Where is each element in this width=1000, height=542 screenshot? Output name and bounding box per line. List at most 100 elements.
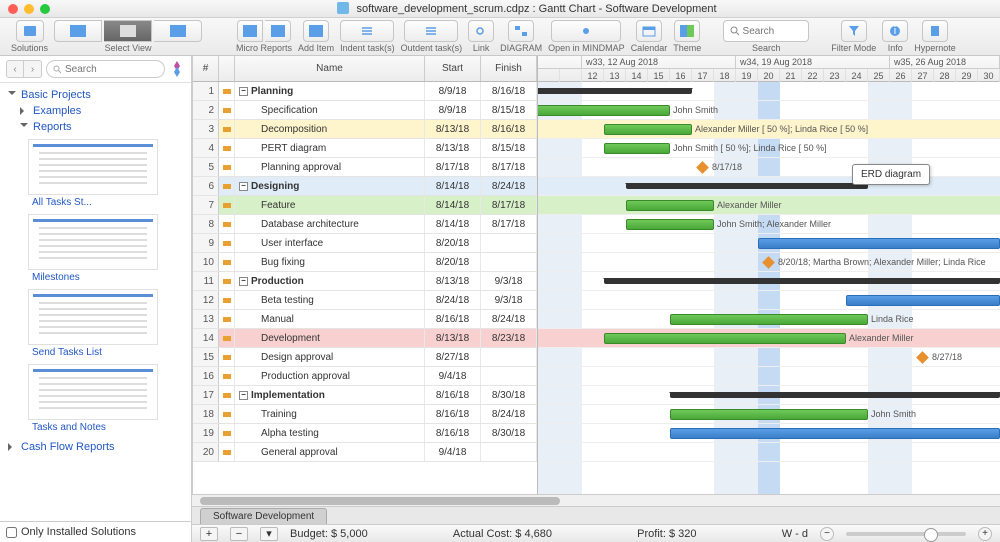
gantt-bar[interactable]	[758, 238, 1000, 249]
gantt-row[interactable]: Linda Rice	[538, 310, 1000, 329]
thumbnail-label[interactable]: Tasks and Notes	[32, 422, 191, 433]
tree-item[interactable]: Examples	[0, 103, 191, 119]
table-row[interactable]: 9User interface8/20/18	[193, 234, 537, 253]
table-row[interactable]: 6−Designing8/14/188/24/18	[193, 177, 537, 196]
diagram-button[interactable]	[508, 20, 534, 42]
gantt-row[interactable]: John Smith [ 50 %]; Linda Rice [ 50 %]	[538, 139, 1000, 158]
table-row[interactable]: 4PERT diagram8/13/188/15/18	[193, 139, 537, 158]
gantt-row[interactable]: Martha Brown	[538, 234, 1000, 253]
gantt-row[interactable]: John Smith	[538, 101, 1000, 120]
milestone[interactable]	[696, 161, 709, 174]
gantt-bar[interactable]	[626, 183, 868, 189]
mindmap-button[interactable]	[551, 20, 621, 42]
gantt-row[interactable]	[538, 443, 1000, 462]
table-row[interactable]: 7Feature8/14/188/17/18	[193, 196, 537, 215]
report-thumbnail[interactable]	[28, 364, 158, 420]
zoom-in[interactable]: +	[978, 527, 992, 541]
gantt-bar[interactable]	[604, 143, 670, 154]
gantt-row[interactable]: John Smith; Alexander Miller	[538, 215, 1000, 234]
thumbnail-label[interactable]: All Tasks St...	[32, 197, 191, 208]
nav-back[interactable]: ‹	[6, 60, 24, 78]
indent-button[interactable]	[340, 20, 394, 42]
gantt-row[interactable]	[538, 177, 1000, 196]
only-installed-checkbox[interactable]	[6, 527, 17, 538]
zoom-slider[interactable]	[846, 532, 966, 536]
add-item-button[interactable]	[303, 20, 329, 42]
view-3-button[interactable]	[154, 20, 202, 42]
gantt-bar[interactable]	[670, 392, 1000, 398]
sidebar-search[interactable]	[46, 60, 165, 78]
toolbar-search[interactable]	[723, 20, 809, 42]
milestone[interactable]	[916, 351, 929, 364]
tree-item[interactable]: Cash Flow Reports	[0, 439, 191, 455]
table-row[interactable]: 20General approval9/4/18	[193, 443, 537, 462]
toolbar-search-input[interactable]	[743, 26, 803, 37]
thumbnail-label[interactable]: Milestones	[32, 272, 191, 283]
gantt-bar[interactable]	[626, 200, 714, 211]
gantt-bar[interactable]	[670, 428, 1000, 439]
gantt-bar[interactable]	[538, 88, 692, 94]
table-row[interactable]: 1−Planning8/9/188/16/18	[193, 82, 537, 101]
solutions-button[interactable]	[16, 20, 44, 42]
close-window[interactable]	[8, 4, 18, 14]
gantt-row[interactable]: John Smith	[538, 405, 1000, 424]
gantt-bar[interactable]	[846, 295, 1000, 306]
table-row[interactable]: 3Decomposition8/13/188/16/18	[193, 120, 537, 139]
nav-fwd[interactable]: ›	[24, 60, 42, 78]
status-add[interactable]: +	[200, 527, 218, 541]
callout[interactable]: ERD diagram	[852, 164, 930, 185]
milestone[interactable]	[762, 256, 775, 269]
gantt-bar[interactable]	[626, 219, 714, 230]
tab-project[interactable]: Software Development	[200, 508, 327, 524]
h-scrollbar[interactable]	[192, 494, 1000, 506]
gantt-row[interactable]: Alexander Miller	[538, 329, 1000, 348]
report-thumbnail[interactable]	[28, 139, 158, 195]
micro-report-2[interactable]	[265, 20, 291, 42]
table-row[interactable]: 10Bug fixing8/20/18	[193, 253, 537, 272]
status-remove[interactable]: −	[230, 527, 248, 541]
gantt-row[interactable]	[538, 82, 1000, 101]
zoom-out[interactable]: −	[820, 527, 834, 541]
filter-button[interactable]	[841, 20, 867, 42]
outdent-button[interactable]	[404, 20, 458, 42]
gantt-row[interactable]	[538, 424, 1000, 443]
info-button[interactable]: i	[882, 20, 908, 42]
table-row[interactable]: 14Development8/13/188/23/18	[193, 329, 537, 348]
table-row[interactable]: 19Alpha testing8/16/188/30/18	[193, 424, 537, 443]
table-row[interactable]: 15Design approval8/27/18	[193, 348, 537, 367]
col-name[interactable]: Name	[235, 56, 425, 81]
report-thumbnail[interactable]	[28, 214, 158, 270]
link-button[interactable]	[468, 20, 494, 42]
gantt-row[interactable]: Alexander Miller	[538, 196, 1000, 215]
col-icon[interactable]	[219, 56, 235, 81]
status-menu[interactable]: ▾	[260, 527, 278, 541]
tree-item[interactable]: Reports	[0, 119, 191, 135]
gantt-bar[interactable]	[670, 314, 868, 325]
table-row[interactable]: 5Planning approval8/17/188/17/18	[193, 158, 537, 177]
gantt-row[interactable]: Alexander Miller [ 50 %]; Linda Rice [ 5…	[538, 120, 1000, 139]
gantt-row[interactable]	[538, 272, 1000, 291]
gantt-bar[interactable]	[604, 333, 846, 344]
thumbnail-label[interactable]: Send Tasks List	[32, 347, 191, 358]
view-2-button[interactable]	[104, 20, 152, 42]
table-row[interactable]: 17−Implementation8/16/188/30/18	[193, 386, 537, 405]
gantt-bar[interactable]	[670, 409, 868, 420]
gantt-bar[interactable]	[604, 124, 692, 135]
gantt-row[interactable]	[538, 386, 1000, 405]
h-scroll-thumb[interactable]	[200, 497, 560, 505]
view-1-button[interactable]	[54, 20, 102, 42]
gantt-chart[interactable]: w33, 12 Aug 2018w34, 19 Aug 2018w35, 26 …	[538, 56, 1000, 494]
table-row[interactable]: 16Production approval9/4/18	[193, 367, 537, 386]
gantt-row[interactable]: 8/27/18	[538, 348, 1000, 367]
tree-item[interactable]: Basic Projects	[0, 87, 191, 103]
micro-report-1[interactable]	[237, 20, 263, 42]
table-row[interactable]: 13Manual8/16/188/24/18	[193, 310, 537, 329]
report-thumbnail[interactable]	[28, 289, 158, 345]
calendar-button[interactable]	[636, 20, 662, 42]
gantt-bar[interactable]	[538, 105, 670, 116]
gantt-row[interactable]: 8/20/18; Martha Brown; Alexander Miller;…	[538, 253, 1000, 272]
col-start[interactable]: Start	[425, 56, 481, 81]
table-row[interactable]: 11−Production8/13/189/3/18	[193, 272, 537, 291]
table-row[interactable]: 18Training8/16/188/24/18	[193, 405, 537, 424]
sidebar-search-input[interactable]	[65, 64, 158, 75]
